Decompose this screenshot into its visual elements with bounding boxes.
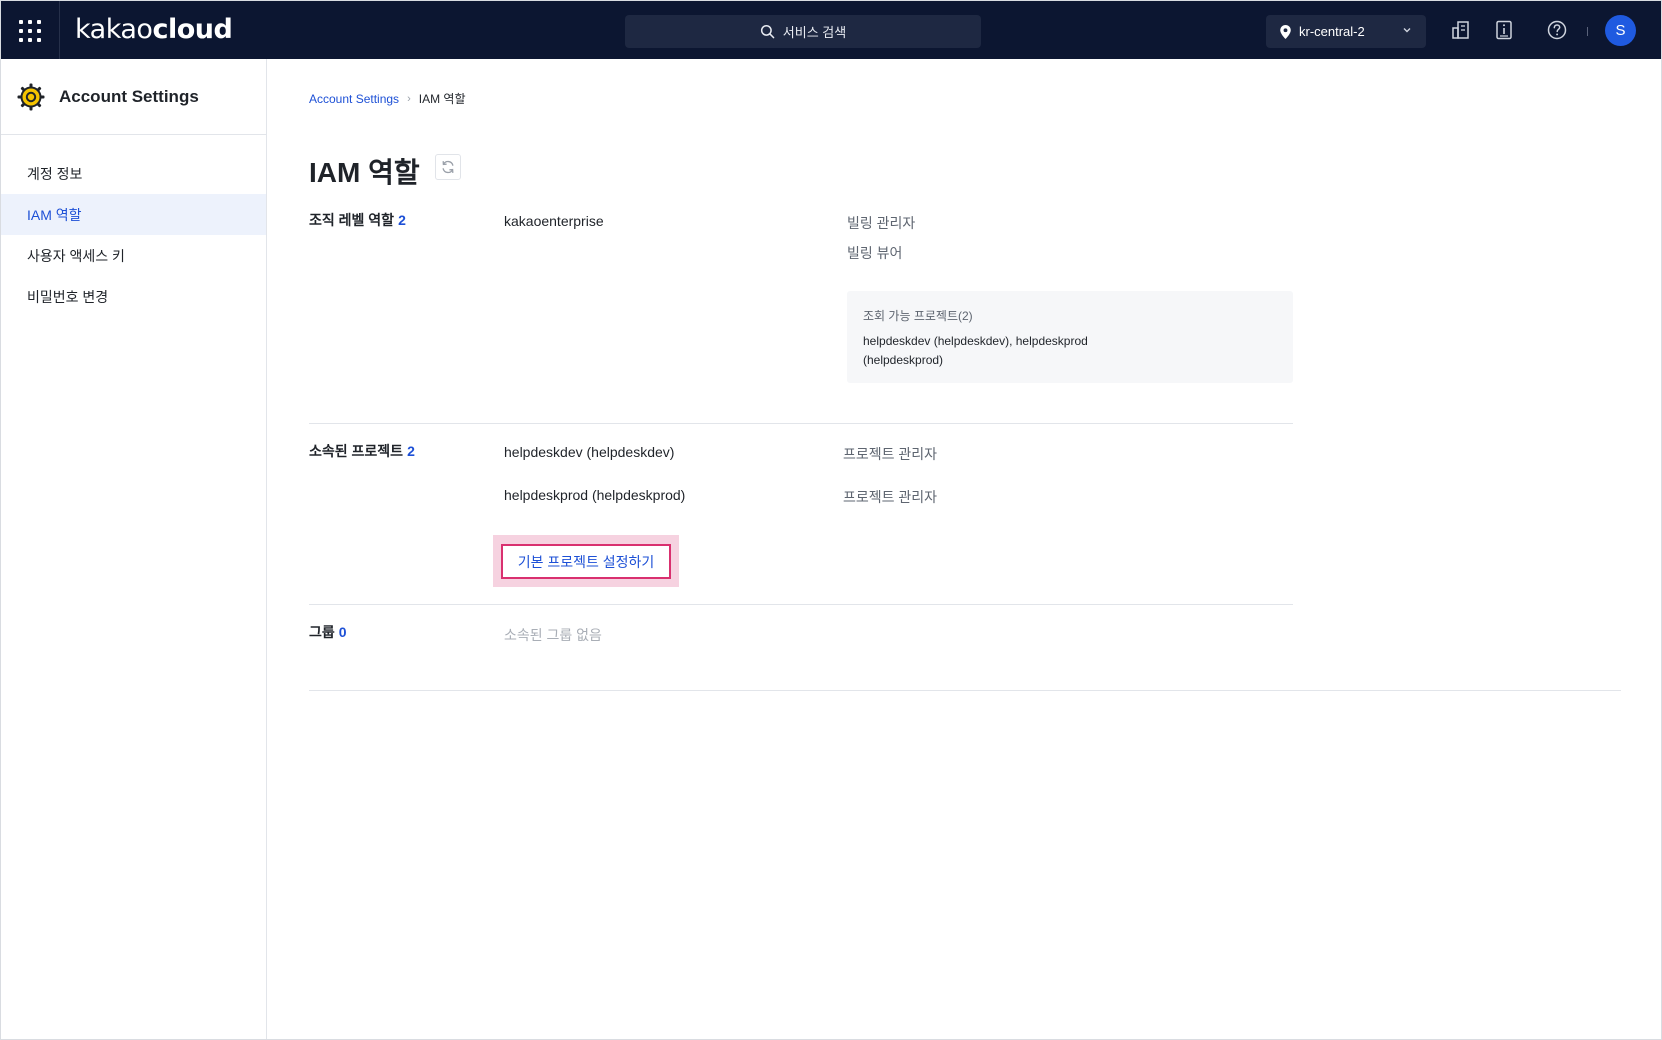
refresh-button[interactable] (435, 154, 461, 180)
breadcrumb-current: IAM 역할 (418, 92, 466, 106)
kakaocloud-logo[interactable]: kakaocloud (75, 14, 233, 45)
projects-count: 2 (407, 443, 415, 459)
projects-label-text: 소속된 프로젝트 (309, 443, 404, 459)
org-roles-label: 조직 레벨 역할 2 (309, 210, 406, 230)
top-navigation-bar: kakaocloud 서비스 검색 kr-central-2 S (1, 1, 1661, 59)
refresh-icon (442, 160, 454, 174)
service-search-input[interactable]: 서비스 검색 (625, 15, 981, 48)
section-divider (309, 690, 1621, 691)
help-icon[interactable] (1546, 19, 1568, 41)
section-divider (309, 604, 1293, 605)
sidebar-header: Account Settings (1, 59, 266, 135)
region-label: kr-central-2 (1299, 24, 1365, 39)
apps-grid-icon[interactable] (19, 20, 41, 42)
sidebar-title: Account Settings (59, 86, 199, 106)
page-title: IAM 역할 (309, 157, 420, 188)
org-role-item: 빌링 뷰어 (847, 245, 903, 261)
org-roles-count: 2 (398, 212, 406, 228)
project-name[interactable]: helpdeskprod (helpdeskprod) (504, 487, 685, 503)
projects-label: 소속된 프로젝트 2 (309, 441, 415, 461)
groups-label: 그룹 0 (309, 622, 347, 642)
set-default-project-button[interactable]: 기본 프로젝트 설정하기 (501, 544, 671, 579)
sidebar-item-user-access-key[interactable]: 사용자 액세스 키 (1, 235, 266, 276)
logo-text-light: kakao (75, 14, 153, 45)
building-icon[interactable] (1450, 19, 1472, 41)
viewable-projects-list: helpdeskdev (helpdeskdev), helpdeskprod … (863, 334, 1088, 367)
sidebar-item-change-password[interactable]: 비밀번호 변경 (1, 276, 266, 317)
sidebar-item-iam-role[interactable]: IAM 역할 (1, 194, 266, 235)
chevron-right-icon: › (407, 92, 411, 105)
breadcrumb-root-link[interactable]: Account Settings (309, 92, 399, 106)
topbar-divider (59, 1, 60, 59)
org-roles-label-text: 조직 레벨 역할 (309, 212, 395, 228)
user-avatar[interactable]: S (1605, 15, 1636, 46)
search-placeholder: 서비스 검색 (782, 25, 847, 40)
app-window: kakaocloud 서비스 검색 kr-central-2 S Account… (0, 0, 1662, 1040)
project-role: 프로젝트 관리자 (843, 446, 938, 462)
logo-text-bold: cloud (152, 14, 233, 45)
info-book-icon[interactable] (1493, 19, 1515, 41)
sidebar: Account Settings 계정 정보 IAM 역할 사용자 액세스 키 … (1, 59, 267, 1039)
groups-label-text: 그룹 (309, 624, 335, 640)
topbar-separator (1587, 27, 1588, 36)
project-name[interactable]: helpdeskdev (helpdeskdev) (504, 444, 674, 460)
groups-count: 0 (338, 624, 347, 640)
region-selector[interactable]: kr-central-2 (1266, 15, 1426, 48)
viewable-projects-title: 조회 가능 프로젝트(2) (863, 309, 973, 323)
sidebar-menu: 계정 정보 IAM 역할 사용자 액세스 키 비밀번호 변경 (1, 135, 266, 317)
search-icon (760, 24, 775, 39)
breadcrumb: Account Settings › IAM 역할 (309, 90, 465, 107)
viewable-projects-box: 조회 가능 프로젝트(2) helpdeskdev (helpdeskdev),… (847, 291, 1293, 383)
section-divider (309, 423, 1293, 424)
org-role-item: 빌링 관리자 (847, 215, 916, 231)
project-role: 프로젝트 관리자 (843, 489, 938, 505)
groups-empty-text: 소속된 그룹 없음 (504, 627, 602, 643)
settings-gear-icon (17, 83, 45, 110)
chevron-down-icon (1403, 28, 1411, 33)
sidebar-item-account-info[interactable]: 계정 정보 (1, 153, 266, 194)
location-pin-icon (1280, 24, 1291, 39)
org-name: kakaoenterprise (504, 213, 604, 229)
